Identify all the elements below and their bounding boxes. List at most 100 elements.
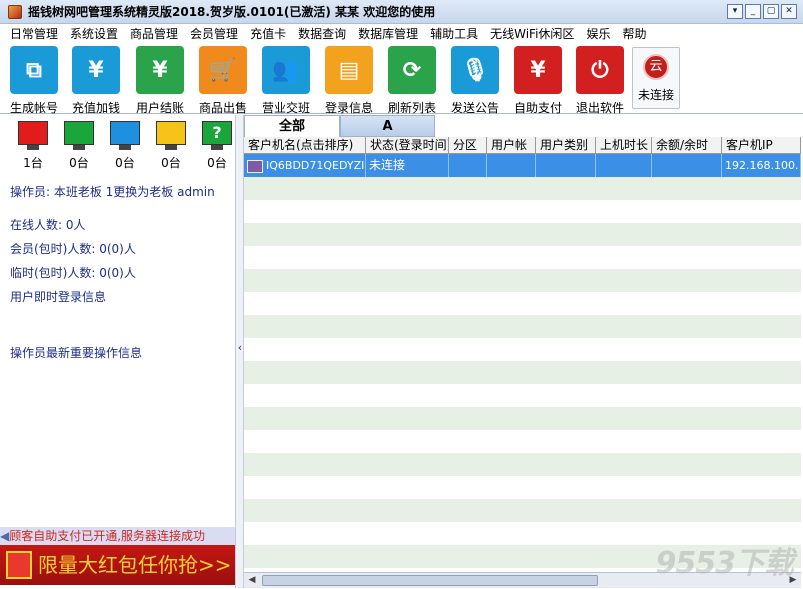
banner-text: 限量大红包任你抢>> [38, 553, 232, 577]
id-card-icon: ▤ [325, 46, 373, 94]
cloud-status-button[interactable]: 云 未连接 [632, 47, 680, 109]
power-icon: ⏻ [576, 46, 624, 94]
tab-all[interactable]: 全部 [244, 115, 340, 137]
cell-client-name: IQ6BDD71QEDYZI1 [244, 154, 366, 177]
scroll-left-icon[interactable]: ◀ [245, 574, 259, 587]
monitor-yellow[interactable]: 0台 [148, 121, 194, 171]
tool-self-pay[interactable]: ¥ 自助支付 [507, 46, 569, 115]
monitor-count: 0台 [115, 156, 135, 170]
operator-log-link[interactable]: 操作员最新重要操作信息 [10, 344, 142, 361]
recharge-icon: ¥ [72, 46, 120, 94]
window-title: 摇钱树网吧管理系统精灵版2018.贺岁版.0101(已激活) 某某 欢迎您的使用 [28, 5, 436, 19]
cell-user-type [536, 154, 596, 177]
menu-bar: 日常管理 系统设置 商品管理 会员管理 充值卡 数据查询 数据库管理 辅助工具 … [0, 24, 803, 44]
col-client-ip[interactable]: 客户机IP [722, 137, 801, 153]
collapse-arrow-icon[interactable]: ‹ [236, 341, 244, 354]
menu-help[interactable]: 帮助 [616, 24, 652, 44]
cell-balance [652, 154, 722, 177]
empty-row [244, 200, 801, 223]
col-client-name[interactable]: 客户机名(点击排序) [244, 137, 366, 153]
dropdown-button[interactable]: ▾ [727, 4, 743, 19]
menu-members[interactable]: 会员管理 [184, 24, 244, 44]
empty-row [244, 361, 801, 384]
tool-login-info[interactable]: ▤ 登录信息 [318, 46, 380, 115]
close-button[interactable]: ✕ [781, 4, 797, 19]
panel-splitter[interactable]: ‹ [235, 115, 244, 588]
monitor-stand [211, 145, 223, 150]
temp-count: 临时(包时)人数: 0(0)人 [10, 266, 136, 280]
status-line: ◀顾客自助支付已开通,服务器连接成功 [0, 527, 235, 545]
scroll-thumb[interactable] [262, 575, 598, 586]
empty-row [244, 499, 801, 522]
col-balance[interactable]: 余额/余时 [652, 137, 722, 153]
monitor-icon [156, 121, 186, 145]
col-zone[interactable]: 分区 [449, 137, 487, 153]
table-header: 客户机名(点击排序) 状态(登录时间) 分区 用户帐 用户类别 上机时长 余额/… [244, 137, 801, 154]
tool-create-account[interactable]: ⧉ 生成帐号 [3, 46, 65, 115]
client-name: IQ6BDD71QEDYZI1 [266, 159, 366, 172]
empty-row [244, 476, 801, 499]
menu-settings[interactable]: 系统设置 [64, 24, 124, 44]
menu-cards[interactable]: 充值卡 [244, 24, 292, 44]
tool-announce[interactable]: 🎙 发送公告 [444, 46, 506, 115]
monitor-icon [64, 121, 94, 145]
menu-entertainment[interactable]: 娱乐 [580, 24, 616, 44]
tool-checkout[interactable]: ¥ 用户结账 [129, 46, 191, 115]
tool-label: 发送公告 [450, 101, 499, 115]
watermark: 9553下载 [655, 546, 794, 581]
tool-label: 充值加钱 [71, 101, 120, 115]
question-monitor-icon: ? [202, 121, 232, 145]
login-info-link[interactable]: 用户即时登录信息 [10, 288, 106, 305]
cloud-status-label: 未连接 [637, 88, 674, 102]
self-pay-icon: ¥ [514, 46, 562, 94]
tool-sell[interactable]: 🛒 商品出售 [192, 46, 254, 115]
gift-icon [6, 551, 32, 579]
menu-tools[interactable]: 辅助工具 [424, 24, 484, 44]
monitor-stand [119, 145, 131, 150]
monitor-icon [110, 121, 140, 145]
pc-icon [247, 159, 263, 173]
cell-duration [596, 154, 652, 177]
empty-row [244, 246, 801, 269]
monitor-red[interactable]: 1台 [10, 121, 56, 171]
client-list-panel: 全部 A 客户机名(点击排序) 状态(登录时间) 分区 用户帐 用户类别 上机时… [244, 115, 803, 588]
status-text: 顾客自助支付已开通,服务器连接成功 [9, 529, 206, 543]
table-row[interactable]: IQ6BDD71QEDYZI1 未连接 192.168.100. [244, 154, 801, 177]
empty-row [244, 453, 801, 476]
monitor-green[interactable]: 0台 [56, 121, 102, 171]
app-icon [8, 4, 22, 19]
monitor-stand [27, 145, 39, 150]
menu-query[interactable]: 数据查询 [292, 24, 352, 44]
tool-recharge[interactable]: ¥ 充值加钱 [65, 46, 127, 115]
monitor-blue[interactable]: 0台 [102, 121, 148, 171]
table-body: IQ6BDD71QEDYZI1 未连接 192.168.100. [244, 154, 801, 572]
member-count: 会员(包时)人数: 0(0)人 [10, 242, 136, 256]
menu-products[interactable]: 商品管理 [124, 24, 184, 44]
tool-shift[interactable]: 👥 营业交班 [255, 46, 317, 115]
cell-account [487, 154, 536, 177]
minimize-button[interactable]: _ [745, 4, 761, 19]
tab-a[interactable]: A [340, 115, 435, 137]
promo-banner[interactable]: 限量大红包任你抢>> [0, 545, 235, 585]
menu-wifi[interactable]: 无线WiFi休闲区 [484, 24, 580, 44]
tool-label: 用户结账 [135, 101, 184, 115]
refresh-icon: ⟳ [388, 46, 436, 94]
tool-refresh[interactable]: ⟳ 刷新列表 [381, 46, 443, 115]
menu-daily[interactable]: 日常管理 [4, 24, 64, 44]
monitor-count: 0台 [69, 156, 89, 170]
monitor-count: 1台 [23, 156, 43, 170]
cloud-icon: 云 [643, 54, 669, 80]
window-controls: ▾ _ ▢ ✕ [727, 4, 797, 19]
tool-exit[interactable]: ⏻ 退出软件 [569, 46, 631, 115]
col-user-type[interactable]: 用户类别 [536, 137, 596, 153]
col-duration[interactable]: 上机时长 [596, 137, 652, 153]
col-status[interactable]: 状态(登录时间) [366, 137, 449, 153]
col-account[interactable]: 用户帐 [487, 137, 536, 153]
left-panel: 1台 0台 0台 0台 ? 0台 操作员: 本班老板 1更换为老板 admin 在… [0, 115, 235, 588]
monitor-unknown[interactable]: ? 0台 [194, 121, 240, 171]
monitor-stand [73, 145, 85, 150]
menu-database[interactable]: 数据库管理 [352, 24, 424, 44]
maximize-button[interactable]: ▢ [763, 4, 779, 19]
checkout-icon: ¥ [136, 46, 184, 94]
tool-label: 商品出售 [198, 101, 247, 115]
